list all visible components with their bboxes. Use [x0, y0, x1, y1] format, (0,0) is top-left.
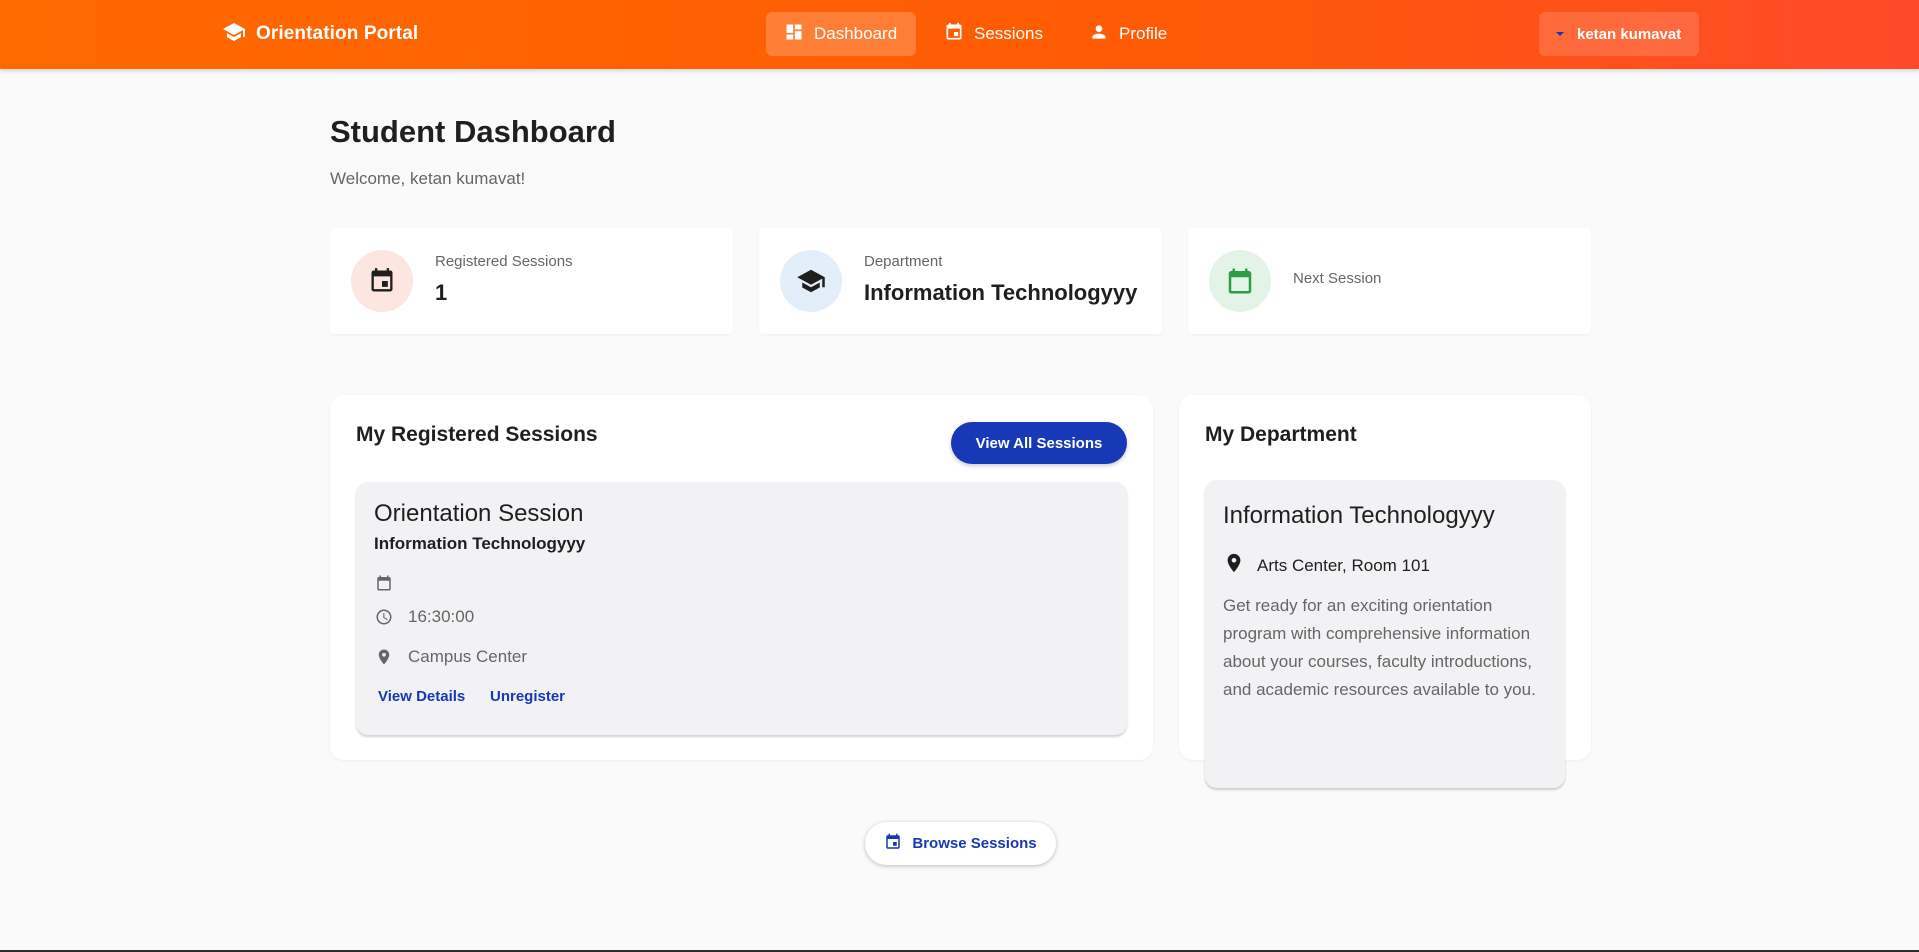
calendar-icon	[374, 573, 394, 593]
graduation-cap-icon	[222, 20, 246, 49]
location-pin-icon	[374, 647, 394, 667]
stat-card-next-session: Next Session	[1188, 228, 1591, 334]
registered-sessions-panel: My Registered Sessions View All Sessions…	[330, 395, 1153, 760]
stat-value: 1	[435, 280, 448, 305]
nav-dashboard-label: Dashboard	[814, 24, 898, 43]
user-menu-button[interactable]: ketan kumavat	[1539, 12, 1699, 56]
nav-dashboard[interactable]: Dashboard	[766, 12, 916, 56]
session-location: Campus Center	[408, 647, 528, 666]
page-title: Student Dashboard	[330, 114, 616, 149]
view-all-sessions-button[interactable]: View All Sessions	[951, 422, 1127, 464]
department-name: Information Technologyyy	[1223, 502, 1495, 529]
brand[interactable]: Orientation Portal	[222, 20, 418, 48]
department-description: Get ready for an exciting orientation pr…	[1223, 596, 1536, 699]
nav-sessions-label: Sessions	[974, 24, 1043, 43]
department-card: Information Technologyyy Arts Center, Ro…	[1205, 480, 1565, 788]
session-department: Information Technologyyy	[374, 534, 586, 553]
session-card: Orientation Session Information Technolo…	[356, 482, 1127, 735]
stat-label: Next Session	[1293, 270, 1382, 287]
session-time-row: 16:30:00	[374, 607, 474, 627]
calendar-icon	[944, 22, 964, 47]
stat-value: Information Technologyyy	[864, 280, 1138, 305]
brand-name: Orientation Portal	[256, 23, 419, 44]
calendar-icon	[351, 250, 413, 312]
unregister-button[interactable]: Unregister	[490, 688, 565, 705]
user-name: ketan kumavat	[1577, 25, 1682, 43]
session-date-row	[374, 573, 408, 593]
panel-title: My Department	[1205, 423, 1357, 446]
person-icon	[1089, 22, 1109, 47]
graduation-cap-icon	[780, 250, 842, 312]
view-details-button[interactable]: View Details	[378, 688, 465, 705]
location-pin-icon	[1223, 552, 1245, 579]
nav-profile-label: Profile	[1119, 24, 1168, 43]
stat-card-registered-sessions: Registered Sessions 1	[330, 228, 733, 334]
browse-sessions-label: Browse Sessions	[912, 835, 1037, 852]
department-location-row: Arts Center, Room 101	[1223, 552, 1430, 579]
my-department-panel: My Department Information Technologyyy A…	[1179, 395, 1591, 788]
welcome-message: Welcome, ketan kumavat!	[330, 169, 526, 188]
panel-title: My Registered Sessions	[356, 423, 598, 446]
chevron-down-icon	[1555, 26, 1565, 43]
nav-profile[interactable]: Profile	[1075, 12, 1185, 56]
calendar-icon	[884, 833, 902, 855]
session-time: 16:30:00	[408, 607, 475, 626]
stat-label: Department	[864, 253, 943, 270]
department-location: Arts Center, Room 101	[1257, 555, 1430, 575]
dashboard-icon	[784, 22, 804, 47]
session-location-row: Campus Center	[374, 647, 527, 667]
calendar-icon	[1209, 250, 1271, 312]
session-title: Orientation Session	[374, 500, 584, 527]
nav-sessions[interactable]: Sessions	[926, 12, 1076, 56]
browse-sessions-button[interactable]: Browse Sessions	[865, 822, 1056, 865]
stat-card-department: Department Information Technologyyy	[759, 228, 1162, 334]
top-app-bar: Orientation Portal Dashboard Sessions Pr…	[0, 0, 1919, 69]
clock-icon	[374, 607, 394, 627]
stat-label: Registered Sessions	[435, 253, 573, 270]
